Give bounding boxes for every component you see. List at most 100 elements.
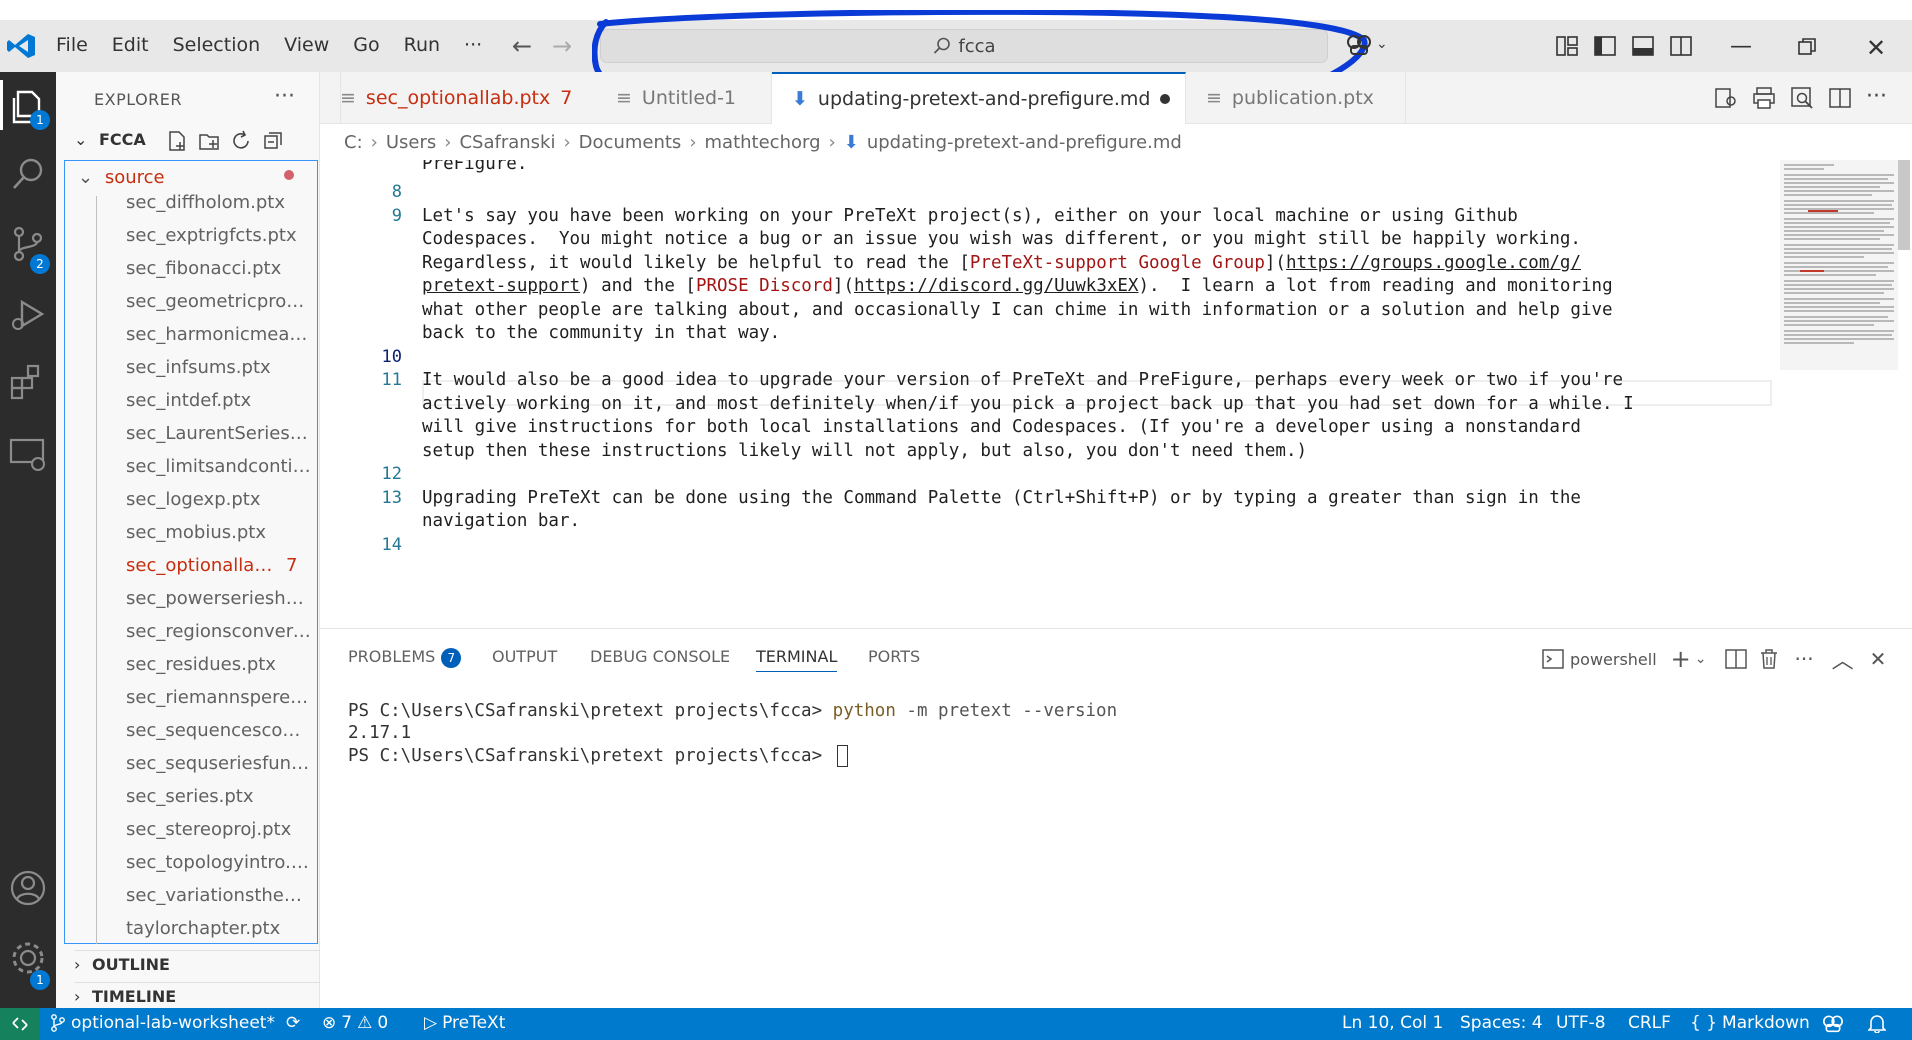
sync-icon[interactable]: ⟳	[286, 1013, 300, 1033]
more-actions-icon[interactable]: ···	[1795, 647, 1814, 671]
file-item[interactable]: sec_geometricprops...	[126, 291, 312, 312]
print-icon[interactable]	[1752, 86, 1776, 110]
file-encoding[interactable]: UTF-8	[1556, 1013, 1606, 1033]
split-terminal-icon[interactable]	[1724, 648, 1747, 670]
file-item[interactable]: sec_sequencescomp...	[126, 720, 312, 741]
tab-debug-console[interactable]: DEBUG CONSOLE	[590, 647, 730, 666]
file-item[interactable]: sec_topologyintro.ptx	[126, 852, 312, 873]
file-item-with-errors[interactable]: sec_optionallab...	[126, 555, 282, 576]
menu-go[interactable]: Go	[353, 34, 379, 56]
file-item[interactable]: sec_diffholom.ptx	[126, 192, 312, 213]
file-item[interactable]: sec_exptrigfcts.ptx	[126, 225, 312, 246]
indentation[interactable]: Spaces: 4	[1460, 1013, 1543, 1033]
explorer-more-actions[interactable]: ···	[274, 84, 295, 109]
menu-edit[interactable]: Edit	[112, 34, 149, 56]
file-item[interactable]: sec_LaurentSeries.ptx	[126, 423, 312, 444]
copilot-status-icon[interactable]	[1822, 1013, 1844, 1033]
menu-run[interactable]: Run	[404, 34, 440, 56]
more-actions-icon[interactable]: ···	[1866, 86, 1887, 110]
cursor-position[interactable]: Ln 10, Col 1	[1342, 1013, 1443, 1033]
url-link[interactable]: https://groups.google.com/g/	[1286, 253, 1581, 273]
breadcrumb-item[interactable]: mathtechorg	[705, 132, 821, 153]
file-item[interactable]: sec_variationstheme...	[126, 885, 312, 906]
menu-view[interactable]: View	[284, 34, 329, 56]
breadcrumb-item[interactable]: C:	[344, 132, 363, 153]
toggle-panel-icon[interactable]	[1632, 36, 1654, 56]
editor-scrollbar[interactable]	[1894, 160, 1912, 628]
menu-file[interactable]: File	[56, 34, 88, 56]
terminal-shell-name[interactable]: powershell	[1570, 650, 1657, 669]
customize-layout-icon[interactable]	[1556, 36, 1578, 56]
url-link[interactable]: https://discord.gg/Uuwk3xEX	[854, 276, 1138, 296]
notifications-bell-icon[interactable]	[1868, 1013, 1886, 1033]
refresh-icon[interactable]	[230, 130, 252, 152]
outline-section[interactable]: › OUTLINE	[74, 950, 320, 974]
preview-search-icon[interactable]	[1790, 86, 1814, 110]
tab-publication[interactable]: ≡ publication.ptx	[1186, 72, 1406, 124]
remote-explorer-icon[interactable]	[8, 434, 48, 474]
language-mode[interactable]: { } Markdown	[1690, 1013, 1810, 1033]
tab-untitled[interactable]: ≡ Untitled-1	[596, 72, 772, 124]
source-folder[interactable]: ⌄ source	[78, 167, 165, 188]
toggle-secondary-sidebar-icon[interactable]	[1670, 36, 1692, 56]
breadcrumb-item[interactable]: updating-pretext-and-prefigure.md	[867, 132, 1182, 153]
search-icon[interactable]	[8, 154, 48, 194]
breadcrumb-item[interactable]: Documents	[579, 132, 682, 153]
code-editor[interactable]: PreFigure. 8 9 Let's say you have been w…	[320, 160, 1912, 628]
collapse-all-icon[interactable]	[262, 130, 284, 152]
new-terminal-plus-icon[interactable]: +	[1671, 645, 1691, 673]
file-item[interactable]: sec_series.ptx	[126, 786, 312, 807]
copilot-menu[interactable]: ⌄	[1346, 32, 1388, 56]
split-editor-icon[interactable]	[1828, 86, 1852, 110]
chevron-down-icon[interactable]: ⌄	[1695, 651, 1707, 667]
tab-terminal[interactable]: TERMINAL	[756, 647, 838, 672]
file-item[interactable]: sec_residues.ptx	[126, 654, 312, 675]
menu-more[interactable]: ···	[464, 34, 482, 56]
file-item[interactable]: sec_logexp.ptx	[126, 489, 312, 510]
tab-updating-pretext[interactable]: ⬇ updating-pretext-and-prefigure.md	[772, 72, 1186, 124]
trash-icon[interactable]	[1759, 648, 1779, 670]
problems-status[interactable]: ⊗ 7 ⚠ 0	[322, 1013, 388, 1033]
terminal-line[interactable]: PS C:\Users\CSafranski\pretext projects\…	[348, 745, 848, 767]
close-panel-icon[interactable]: ✕	[1870, 647, 1887, 671]
toggle-primary-sidebar-icon[interactable]	[1594, 36, 1616, 56]
file-item[interactable]: taylorchapter.ptx	[126, 918, 312, 939]
breadcrumb-item[interactable]: CSafranski	[459, 132, 555, 153]
tab-ports[interactable]: PORTS	[868, 647, 920, 666]
scrollbar-thumb[interactable]	[1898, 160, 1910, 250]
timeline-section[interactable]: › TIMELINE	[74, 982, 320, 1006]
minimap[interactable]	[1780, 160, 1898, 370]
accounts-icon[interactable]	[8, 868, 48, 908]
pretext-status[interactable]: ▷ PreTeXt	[424, 1013, 505, 1033]
menu-selection[interactable]: Selection	[173, 34, 261, 56]
back-arrow-icon[interactable]: ←	[512, 32, 532, 60]
forward-arrow-icon[interactable]: →	[552, 32, 572, 60]
unsaved-dot[interactable]	[1160, 94, 1171, 104]
file-item[interactable]: sec_stereoproj.ptx	[126, 819, 312, 840]
command-center-search[interactable]: fcca	[600, 29, 1328, 63]
new-file-icon[interactable]	[166, 130, 188, 152]
file-item[interactable]: sec_fibonacci.ptx	[126, 258, 312, 279]
file-item[interactable]: sec_infsums.ptx	[126, 357, 312, 378]
git-branch-status[interactable]: optional-lab-worksheet* ⟳	[50, 1013, 300, 1033]
file-item[interactable]: sec_harmonicmeanv...	[126, 324, 312, 345]
url-link[interactable]: pretext-support	[422, 276, 580, 296]
run-debug-icon[interactable]	[8, 294, 48, 334]
file-item[interactable]: sec_powerseriesholo...	[126, 588, 312, 609]
end-of-line[interactable]: CRLF	[1628, 1013, 1671, 1033]
tab-problems[interactable]: PROBLEMS 7	[348, 647, 462, 668]
file-item[interactable]: sec_sequseriesfuncti...	[126, 753, 312, 774]
open-preview-icon[interactable]	[1714, 86, 1738, 110]
file-item[interactable]: sec_regionsconverg...	[126, 621, 312, 642]
file-item[interactable]: sec_riemannspere.ptx	[126, 687, 312, 708]
minimize-icon[interactable]: —	[1730, 34, 1752, 59]
tab-output[interactable]: OUTPUT	[492, 647, 557, 666]
file-item[interactable]: sec_mobius.ptx	[126, 522, 312, 543]
close-window-icon[interactable]: ✕	[1866, 34, 1886, 62]
file-item[interactable]: sec_limitsandcontin...	[126, 456, 312, 477]
file-item[interactable]: sec_intdef.ptx	[126, 390, 312, 411]
new-folder-icon[interactable]	[198, 130, 220, 152]
breadcrumb-item[interactable]: Users	[386, 132, 436, 153]
extensions-icon[interactable]	[8, 362, 48, 402]
restore-icon[interactable]	[1798, 38, 1816, 56]
